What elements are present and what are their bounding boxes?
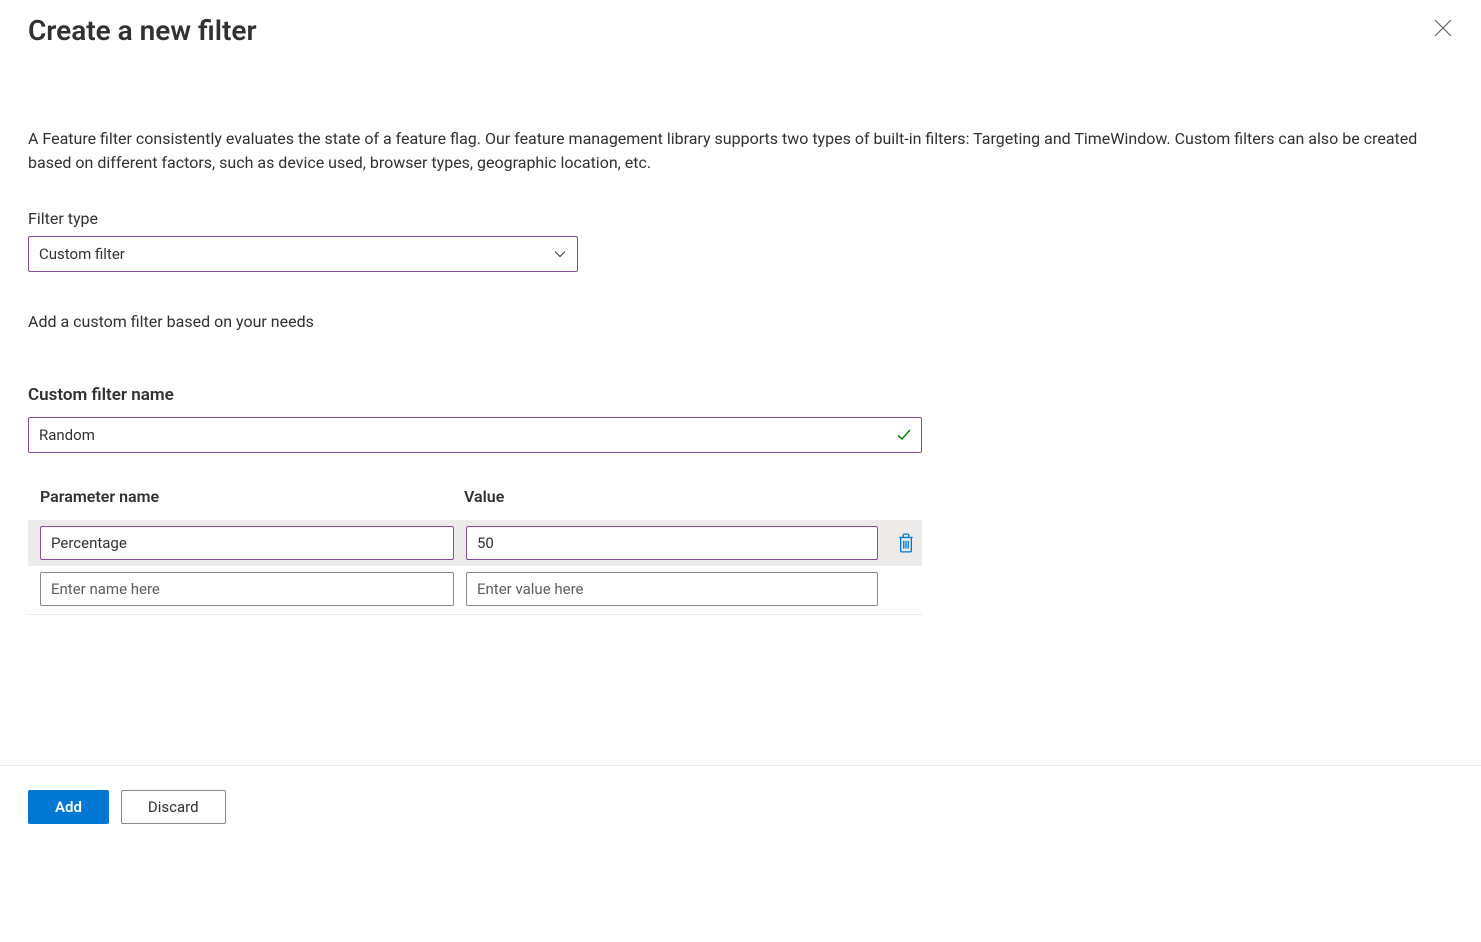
parameter-value-input-empty[interactable]	[466, 572, 878, 606]
add-button[interactable]: Add	[28, 790, 109, 824]
parameter-name-input[interactable]	[40, 526, 454, 560]
discard-button[interactable]: Discard	[121, 790, 226, 824]
parameter-name-header: Parameter name	[40, 487, 464, 506]
table-divider	[28, 614, 922, 615]
parameter-value-input[interactable]	[466, 526, 878, 560]
parameter-row-empty	[28, 566, 922, 612]
description-text: A Feature filter consistently evaluates …	[28, 127, 1453, 175]
trash-icon	[897, 533, 915, 553]
filter-type-selected-text: Custom filter	[39, 245, 125, 263]
parameter-value-header: Value	[464, 487, 876, 506]
delete-parameter-button[interactable]	[890, 527, 922, 559]
filter-type-helper: Add a custom filter based on your needs	[28, 312, 1453, 331]
parameters-table: Parameter name Value	[28, 487, 922, 612]
chevron-down-icon	[553, 247, 567, 261]
filter-type-label: Filter type	[28, 209, 1453, 228]
page-title: Create a new filter	[28, 14, 257, 47]
checkmark-icon	[896, 427, 912, 443]
close-icon	[1434, 19, 1452, 37]
custom-filter-name-label: Custom filter name	[28, 385, 1453, 405]
parameter-name-input-empty[interactable]	[40, 572, 454, 606]
footer-actions: Add Discard	[0, 765, 1481, 848]
parameter-row	[28, 520, 922, 566]
filter-type-select[interactable]: Custom filter	[28, 236, 578, 272]
custom-filter-name-input[interactable]	[28, 417, 922, 453]
close-button[interactable]	[1427, 12, 1459, 44]
